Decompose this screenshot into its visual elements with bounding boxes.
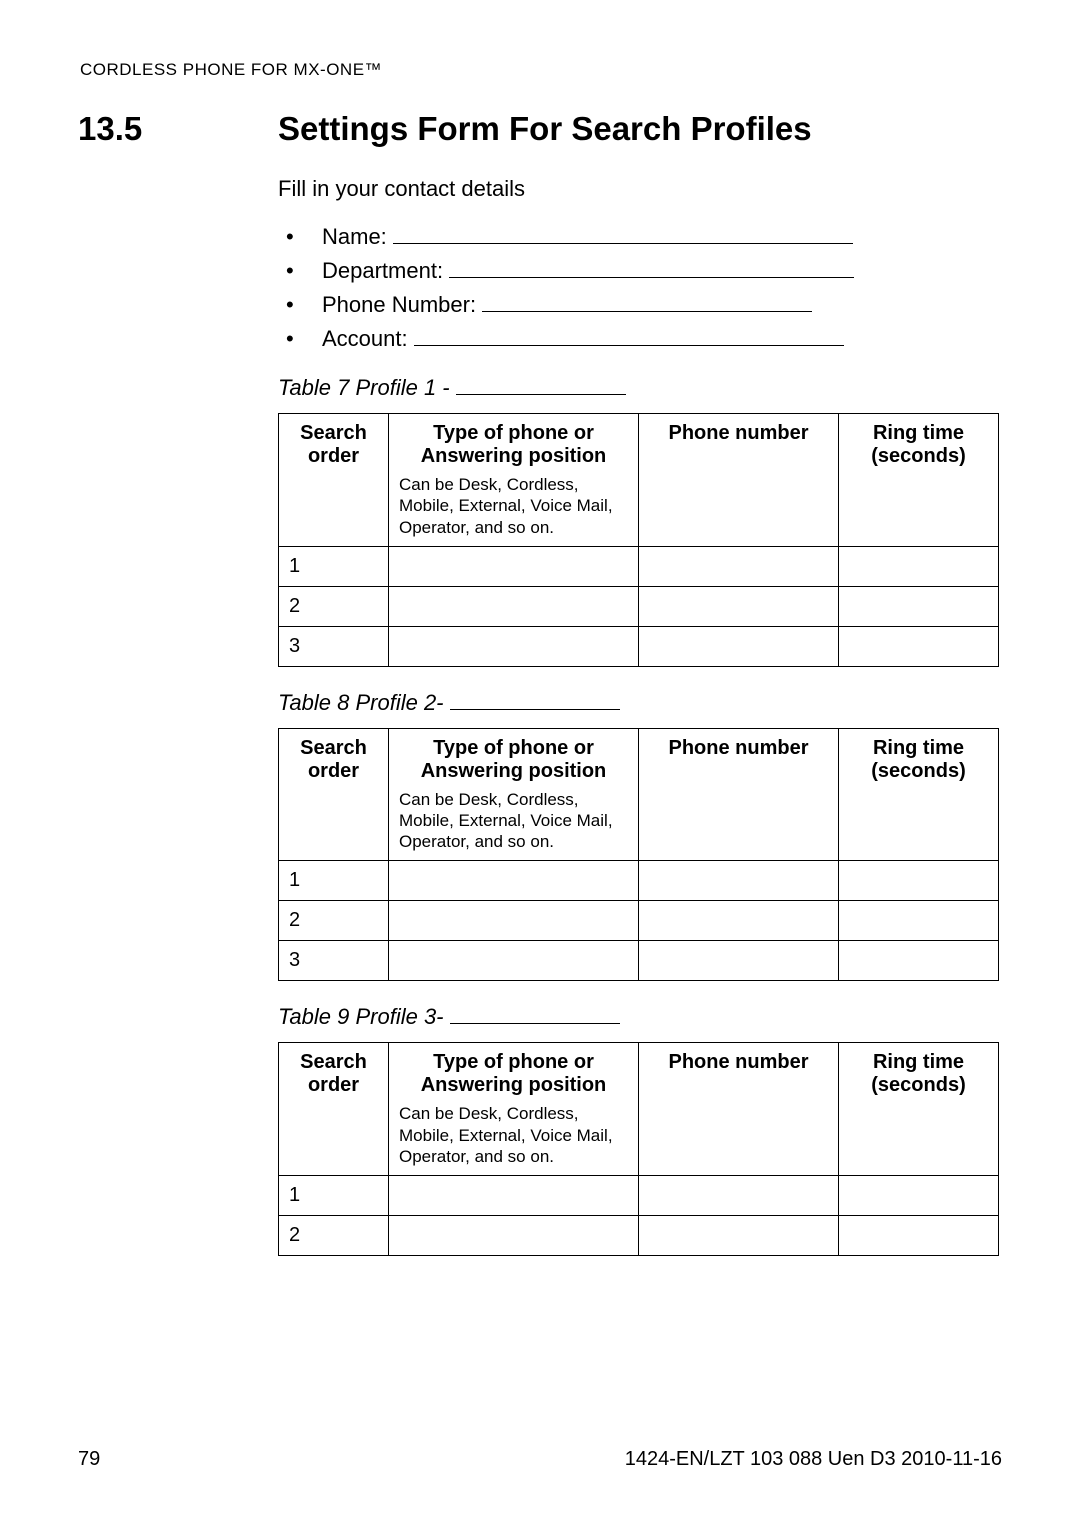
cell-phone[interactable] <box>639 1216 839 1256</box>
running-header: CORDLESS PHONE FOR MX-ONE™ <box>80 60 1002 80</box>
table-header-row: Search order Type of phone or Answering … <box>279 1043 999 1176</box>
cell-ring[interactable] <box>839 546 999 586</box>
cell-order: 1 <box>279 861 389 901</box>
table-row: 2 <box>279 1216 999 1256</box>
section-number: 13.5 <box>78 110 278 148</box>
col-ring-time: Ring time (seconds) <box>839 414 999 547</box>
blank-line[interactable] <box>450 1003 620 1024</box>
cell-phone[interactable] <box>639 941 839 981</box>
col-search-order: Search order <box>279 1043 389 1176</box>
table-header-row: Search order Type of phone or Answering … <box>279 414 999 547</box>
col-search-order: Search order <box>279 728 389 861</box>
form-field-department: Department: <box>278 254 1002 288</box>
form-field-account: Account: <box>278 322 1002 356</box>
form-label: Account: <box>322 326 408 351</box>
cell-type[interactable] <box>389 901 639 941</box>
doc-id: 1424-EN/LZT 103 088 Uen D3 2010-11-16 <box>625 1448 1002 1471</box>
cell-type[interactable] <box>389 1176 639 1216</box>
cell-ring[interactable] <box>839 861 999 901</box>
col-type-main: Type of phone or Answering position <box>421 1051 607 1096</box>
table-row: 2 <box>279 586 999 626</box>
caption-text: Table 8 Profile 2- <box>278 690 450 715</box>
cell-ring[interactable] <box>839 1176 999 1216</box>
table9-caption: Table 9 Profile 3- <box>278 1003 1002 1030</box>
table-row: 1 <box>279 861 999 901</box>
section-heading: 13.5 Settings Form For Search Profiles <box>78 110 1002 148</box>
cell-ring[interactable] <box>839 586 999 626</box>
cell-type[interactable] <box>389 586 639 626</box>
col-type-sub: Can be Desk, Cordless, Mobile, External,… <box>399 1103 628 1167</box>
intro-text: Fill in your contact details <box>278 176 1002 202</box>
table-row: 1 <box>279 546 999 586</box>
cell-order: 1 <box>279 546 389 586</box>
cell-phone[interactable] <box>639 546 839 586</box>
blank-line[interactable] <box>450 689 620 710</box>
table-row: 3 <box>279 941 999 981</box>
blank-line[interactable] <box>393 223 853 244</box>
form-field-name: Name: <box>278 220 1002 254</box>
contact-form-list: Name: Department: Phone Number: Account: <box>278 220 1002 356</box>
cell-ring[interactable] <box>839 941 999 981</box>
cell-phone[interactable] <box>639 626 839 666</box>
body-column: Fill in your contact details Name: Depar… <box>278 176 1002 1256</box>
col-type: Type of phone or Answering position Can … <box>389 728 639 861</box>
cell-ring[interactable] <box>839 1216 999 1256</box>
cell-phone[interactable] <box>639 861 839 901</box>
blank-line[interactable] <box>414 325 844 346</box>
blank-line[interactable] <box>449 257 854 278</box>
cell-order: 1 <box>279 1176 389 1216</box>
col-ring-time: Ring time (seconds) <box>839 1043 999 1176</box>
blank-line[interactable] <box>482 291 812 312</box>
profile-table-2: Search order Type of phone or Answering … <box>278 728 999 982</box>
caption-text: Table 7 Profile 1 - <box>278 375 456 400</box>
form-label: Name: <box>322 224 387 249</box>
cell-order: 3 <box>279 626 389 666</box>
col-type: Type of phone or Answering position Can … <box>389 1043 639 1176</box>
cell-order: 2 <box>279 586 389 626</box>
form-field-phone: Phone Number: <box>278 288 1002 322</box>
table-header-row: Search order Type of phone or Answering … <box>279 728 999 861</box>
col-ring-time: Ring time (seconds) <box>839 728 999 861</box>
page-number: 79 <box>78 1448 100 1471</box>
cell-phone[interactable] <box>639 586 839 626</box>
col-search-order: Search order <box>279 414 389 547</box>
table7-caption: Table 7 Profile 1 - <box>278 374 1002 401</box>
col-phone-number: Phone number <box>639 1043 839 1176</box>
cell-phone[interactable] <box>639 1176 839 1216</box>
col-type-sub: Can be Desk, Cordless, Mobile, External,… <box>399 474 628 538</box>
table8-caption: Table 8 Profile 2- <box>278 689 1002 716</box>
col-phone-number: Phone number <box>639 414 839 547</box>
col-type-main: Type of phone or Answering position <box>421 737 607 782</box>
col-type-main: Type of phone or Answering position <box>421 422 607 467</box>
col-phone-number: Phone number <box>639 728 839 861</box>
form-label: Department: <box>322 258 443 283</box>
page-footer: 79 1424-EN/LZT 103 088 Uen D3 2010-11-16 <box>78 1448 1002 1471</box>
profile-table-3: Search order Type of phone or Answering … <box>278 1042 999 1256</box>
blank-line[interactable] <box>456 374 626 395</box>
col-type: Type of phone or Answering position Can … <box>389 414 639 547</box>
cell-ring[interactable] <box>839 901 999 941</box>
table-row: 1 <box>279 1176 999 1216</box>
cell-type[interactable] <box>389 941 639 981</box>
cell-order: 3 <box>279 941 389 981</box>
profile-table-1: Search order Type of phone or Answering … <box>278 413 999 667</box>
page: CORDLESS PHONE FOR MX-ONE™ 13.5 Settings… <box>0 0 1080 1527</box>
cell-ring[interactable] <box>839 626 999 666</box>
table-row: 2 <box>279 901 999 941</box>
col-type-sub: Can be Desk, Cordless, Mobile, External,… <box>399 789 628 853</box>
cell-order: 2 <box>279 901 389 941</box>
cell-order: 2 <box>279 1216 389 1256</box>
form-label: Phone Number: <box>322 292 476 317</box>
cell-type[interactable] <box>389 1216 639 1256</box>
cell-type[interactable] <box>389 626 639 666</box>
cell-type[interactable] <box>389 546 639 586</box>
section-title: Settings Form For Search Profiles <box>278 110 812 148</box>
caption-text: Table 9 Profile 3- <box>278 1004 450 1029</box>
table-row: 3 <box>279 626 999 666</box>
cell-phone[interactable] <box>639 901 839 941</box>
cell-type[interactable] <box>389 861 639 901</box>
